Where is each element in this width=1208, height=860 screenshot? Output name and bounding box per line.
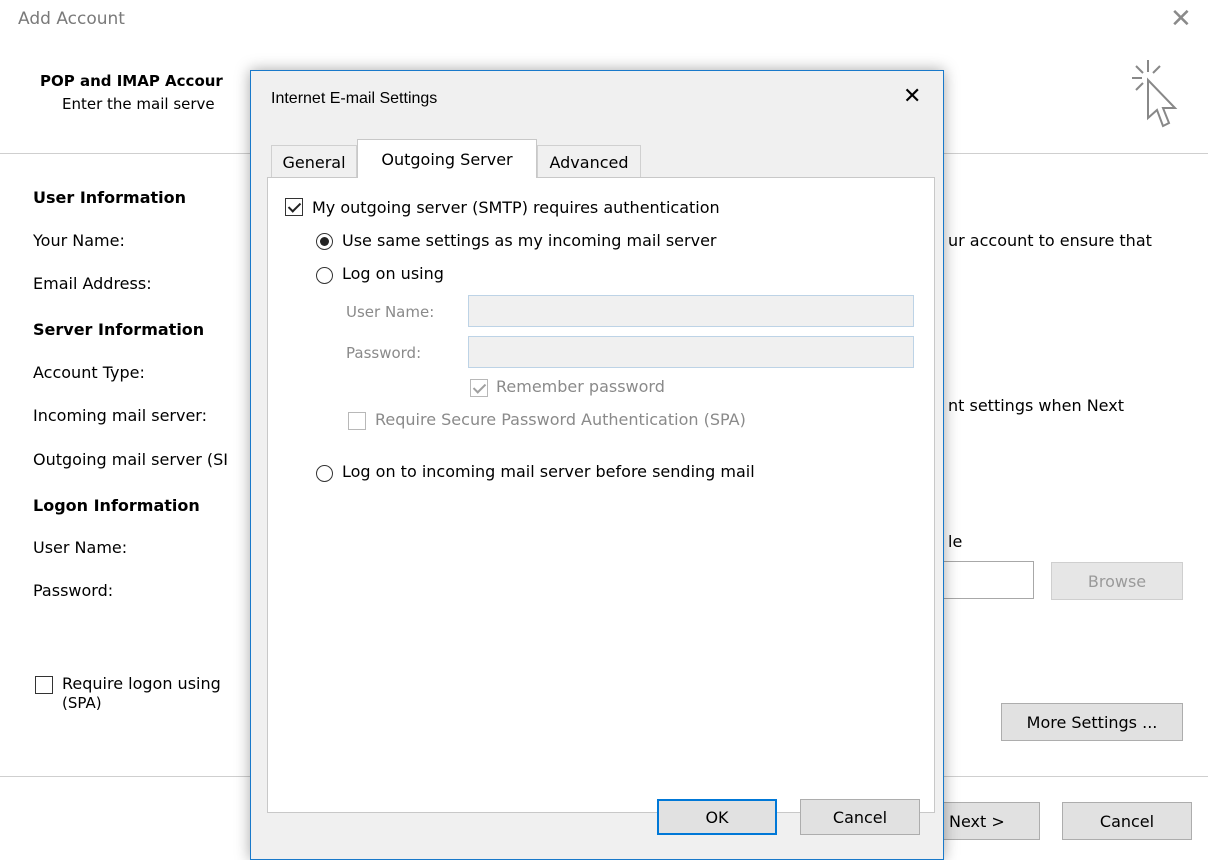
page-heading: POP and IMAP Accour xyxy=(40,72,223,90)
outgoing-server-label: Outgoing mail server (SI xyxy=(33,450,228,469)
bg-spa-checkbox[interactable] xyxy=(35,676,53,694)
bg-right-text-3: le xyxy=(948,532,963,551)
bg-password-label: Password: xyxy=(33,581,114,600)
bg-cancel-button[interactable]: Cancel xyxy=(1062,802,1192,840)
outgoing-server-panel: My outgoing server (SMTP) requires authe… xyxy=(267,177,935,813)
bg-file-input[interactable] xyxy=(940,561,1034,599)
bg-spa-label-line1: Require logon using xyxy=(62,674,221,693)
bg-spa-label-line2: (SPA) xyxy=(62,694,102,712)
account-type-label: Account Type: xyxy=(33,363,145,382)
window-title: Add Account xyxy=(18,9,125,29)
remember-password-checkbox[interactable] xyxy=(470,379,488,397)
incoming-server-label: Incoming mail server: xyxy=(33,406,207,425)
internet-email-settings-dialog: Internet E-mail Settings ✕ General Outgo… xyxy=(250,70,944,860)
tab-advanced[interactable]: Advanced xyxy=(537,145,641,178)
log-on-incoming-label: Log on to incoming mail server before se… xyxy=(342,462,755,481)
remember-password-label: Remember password xyxy=(496,377,665,396)
more-settings-button[interactable]: More Settings ... xyxy=(1001,703,1183,741)
server-info-section: Server Information xyxy=(33,320,205,339)
dialog-username-field[interactable] xyxy=(468,295,914,327)
window-close-button[interactable]: ✕ xyxy=(1170,4,1192,34)
log-on-incoming-radio[interactable] xyxy=(316,465,333,482)
tab-general[interactable]: General xyxy=(271,145,357,178)
browse-button[interactable]: Browse xyxy=(1051,562,1183,600)
cursor-click-icon xyxy=(1128,58,1188,148)
email-address-label: Email Address: xyxy=(33,274,152,293)
requires-auth-label: My outgoing server (SMTP) requires authe… xyxy=(312,198,720,217)
page-subheading: Enter the mail serve xyxy=(62,95,215,113)
use-same-settings-radio[interactable] xyxy=(316,233,333,250)
log-on-using-label: Log on using xyxy=(342,264,444,283)
your-name-label: Your Name: xyxy=(33,231,125,250)
logon-info-section: Logon Information xyxy=(33,496,200,515)
bg-right-text-2: nt settings when Next xyxy=(948,396,1124,415)
next-button[interactable]: Next > xyxy=(940,802,1040,840)
require-spa-checkbox[interactable] xyxy=(348,412,366,430)
dialog-close-button[interactable]: ✕ xyxy=(903,83,921,111)
tab-outgoing-server[interactable]: Outgoing Server xyxy=(357,139,537,178)
dialog-password-field[interactable] xyxy=(468,336,914,368)
dialog-title: Internet E-mail Settings xyxy=(271,90,438,107)
bg-username-label: User Name: xyxy=(33,538,128,557)
ok-button[interactable]: OK xyxy=(657,799,777,835)
require-spa-label: Require Secure Password Authentication (… xyxy=(375,410,746,429)
requires-auth-checkbox[interactable] xyxy=(285,198,303,216)
dialog-username-label: User Name: xyxy=(346,303,435,321)
dialog-password-label: Password: xyxy=(346,344,422,362)
bg-right-text-1: ur account to ensure that xyxy=(948,231,1152,250)
use-same-settings-label: Use same settings as my incoming mail se… xyxy=(342,231,717,250)
log-on-using-radio[interactable] xyxy=(316,267,333,284)
user-info-section: User Information xyxy=(33,188,186,207)
dialog-cancel-button[interactable]: Cancel xyxy=(800,799,920,835)
